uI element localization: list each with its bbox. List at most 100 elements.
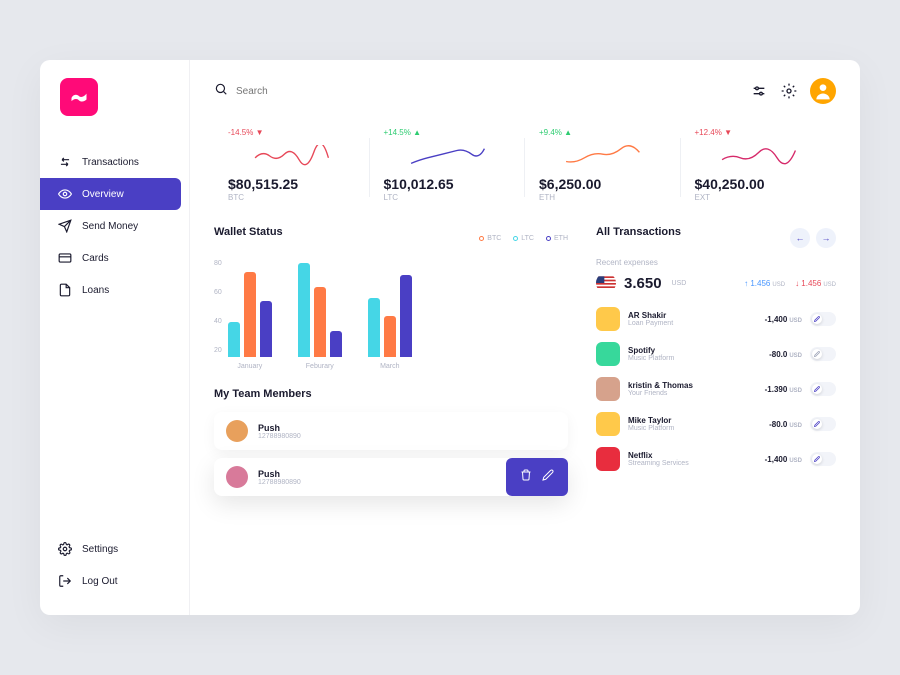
merchant-avatar — [596, 307, 620, 331]
transaction-toggle[interactable] — [810, 347, 836, 361]
sidebar-item-label: Send Money — [82, 221, 138, 232]
y-tick: 80 — [214, 260, 222, 267]
summary-up: ↑ 1.456USD — [744, 279, 785, 288]
card-icon — [58, 251, 72, 265]
merchant-name: Netflix — [628, 451, 757, 460]
merchant-avatar — [596, 342, 620, 366]
merchant-name: kristin & Thomas — [628, 381, 757, 390]
nav: Transactions Overview Send Money Cards L… — [40, 146, 189, 597]
stat-value: $80,515.25 — [228, 176, 356, 192]
sliders-icon[interactable] — [750, 82, 768, 100]
sidebar-item-logout[interactable]: Log Out — [40, 565, 181, 597]
sidebar-item-label: Settings — [82, 544, 118, 555]
sidebar-item-label: Overview — [82, 189, 124, 200]
bar — [368, 298, 380, 357]
stat-card: +12.4% ▼ $40,250.00 EXT — [681, 128, 837, 202]
sidebar-item-loans[interactable]: Loans — [40, 274, 181, 306]
transaction-amount: -1.390USD — [765, 385, 802, 394]
logout-icon — [58, 574, 72, 588]
merchant-avatar — [596, 447, 620, 471]
transactions-list: AR ShakirLoan Payment -1,400USD SpotifyM… — [596, 307, 836, 471]
transactions-title: All Transactions — [596, 226, 681, 238]
sidebar-item-transactions[interactable]: Transactions — [40, 146, 181, 178]
stat-card: +14.5% ▲ $10,012.65 LTC — [370, 128, 526, 202]
user-avatar[interactable] — [810, 78, 836, 104]
search-group — [214, 82, 738, 101]
edit-icon[interactable] — [542, 468, 554, 486]
file-icon — [58, 283, 72, 297]
member-sub: 12788980890 — [258, 433, 556, 440]
sidebar-item-overview[interactable]: Overview — [40, 178, 181, 210]
chart-area: 80604020 JanuaryFeburaryMarch — [214, 260, 568, 370]
right-column: All Transactions ← → Recent expenses 3.6… — [596, 226, 836, 504]
stat-label: LTC — [384, 193, 512, 202]
sidebar-item-label: Cards — [82, 253, 109, 264]
merchant-name: AR Shakir — [628, 311, 757, 320]
gear-icon — [58, 542, 72, 556]
bar-group: January — [228, 263, 272, 370]
transaction-item: kristin & ThomasYour Friends -1.390USD — [596, 377, 836, 401]
sidebar-item-settings[interactable]: Settings — [40, 533, 181, 565]
stat-change: +12.4% ▼ — [695, 128, 823, 137]
sidebar-item-label: Log Out — [82, 576, 118, 587]
send-icon — [58, 219, 72, 233]
merchant-category: Loan Payment — [628, 320, 757, 327]
sparkline — [228, 145, 356, 167]
bar-label: March — [380, 363, 399, 370]
left-column: Wallet Status BTCLTCETH 80604020 January… — [214, 226, 568, 504]
transaction-toggle[interactable] — [810, 312, 836, 326]
bar-group: Feburary — [298, 263, 342, 370]
transaction-toggle[interactable] — [810, 417, 836, 431]
arrow-prev-button[interactable]: ← — [790, 228, 810, 248]
stat-card: +9.4% ▲ $6,250.00 ETH — [525, 128, 681, 202]
bar — [400, 275, 412, 357]
transaction-amount: -1,400USD — [765, 315, 802, 324]
team-section: My Team Members Push12788980890 Push1278… — [214, 388, 568, 496]
bars-wrap: January Feburary March — [228, 260, 568, 370]
top-actions — [750, 78, 836, 104]
summary-stats: ↑ 1.456USD ↓ 1.456USD — [744, 279, 836, 288]
arrow-next-button[interactable]: → — [816, 228, 836, 248]
merchant-avatar — [596, 377, 620, 401]
team-card[interactable]: Push12788980890 — [214, 412, 568, 450]
transaction-amount: -80.0USD — [769, 420, 802, 429]
stats-row: -14.5% ▼ $80,515.25 BTC+14.5% ▲ $10,012.… — [214, 128, 836, 202]
team-title: My Team Members — [214, 388, 568, 400]
summary-down: ↓ 1.456USD — [795, 279, 836, 288]
trans-header: All Transactions ← → — [596, 226, 836, 250]
trash-icon[interactable] — [520, 468, 532, 486]
recent-expenses-label: Recent expenses — [596, 258, 836, 267]
summary-value: 3.650 — [624, 275, 662, 292]
team-card[interactable]: Push12788980890 — [214, 458, 568, 496]
legend-item: LTC — [513, 235, 534, 242]
y-tick: 40 — [214, 318, 222, 325]
transaction-item: AR ShakirLoan Payment -1,400USD — [596, 307, 836, 331]
merchant-name: Mike Taylor — [628, 416, 761, 425]
member-avatar — [226, 466, 248, 488]
chart-legend: BTCLTCETH — [479, 235, 568, 242]
sparkline — [695, 145, 823, 167]
stat-value: $10,012.65 — [384, 176, 512, 192]
team-actions — [506, 458, 568, 496]
transaction-item: SpotifyMusic Platform -80.0USD — [596, 342, 836, 366]
sidebar-item-cards[interactable]: Cards — [40, 242, 181, 274]
y-axis: 80604020 — [214, 260, 222, 370]
stat-value: $40,250.00 — [695, 176, 823, 192]
logo — [60, 78, 98, 116]
stat-change: +14.5% ▲ — [384, 128, 512, 137]
sidebar-item-send-money[interactable]: Send Money — [40, 210, 181, 242]
sidebar-item-label: Transactions — [82, 157, 139, 168]
search-input[interactable] — [236, 86, 386, 97]
content-columns: Wallet Status BTCLTCETH 80604020 January… — [214, 226, 836, 504]
merchant-avatar — [596, 412, 620, 436]
transaction-toggle[interactable] — [810, 382, 836, 396]
settings-icon[interactable] — [780, 82, 798, 100]
y-tick: 60 — [214, 289, 222, 296]
member-name: Push — [258, 423, 556, 433]
transaction-amount: -1,400USD — [765, 455, 802, 464]
sparkline — [539, 145, 667, 167]
transaction-toggle[interactable] — [810, 452, 836, 466]
merchant-category: Music Platform — [628, 425, 761, 432]
bar — [314, 287, 326, 358]
summary-currency: USD — [672, 280, 687, 287]
